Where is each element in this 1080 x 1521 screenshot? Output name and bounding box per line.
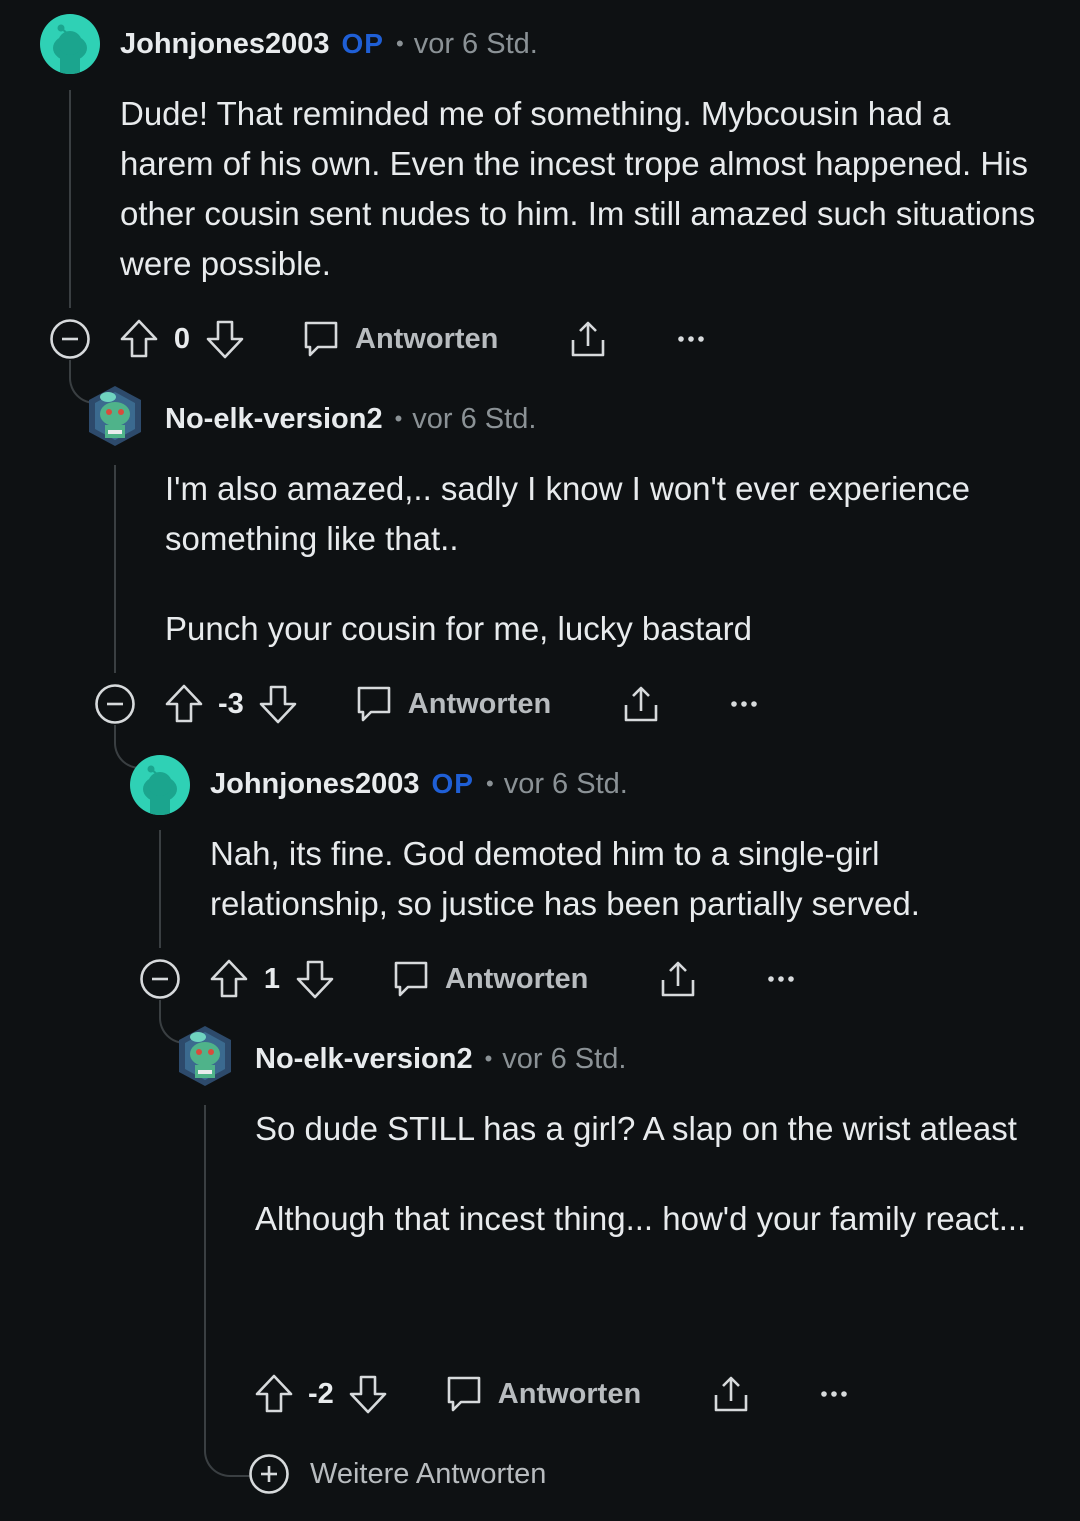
comment-header: Johnjones2003 OP • vor 6 Std.: [120, 24, 538, 64]
user-avatar[interactable]: [176, 1024, 234, 1088]
thread-connector: [114, 725, 142, 769]
comment-header: Johnjones2003 OP • vor 6 Std.: [210, 764, 628, 804]
comment-actions: 0 Antworten: [49, 314, 706, 364]
more-replies-label[interactable]: Weitere Antworten: [310, 1458, 546, 1491]
vote-score: -3: [218, 687, 244, 720]
comment-actions: -3 Antworten: [94, 679, 759, 729]
more-options-icon[interactable]: [729, 699, 759, 709]
comment-header: No-elk-version2 • vor 6 Std.: [255, 1039, 626, 1079]
thread-line: [114, 465, 116, 673]
username[interactable]: Johnjones2003: [120, 28, 330, 61]
downvote-icon[interactable]: [205, 318, 245, 360]
more-options-icon[interactable]: [766, 974, 796, 984]
comment-paragraph: I'm also amazed,.. sadly I know I won't …: [165, 470, 970, 557]
op-badge: OP: [341, 28, 384, 59]
comment-bubble-icon[interactable]: [444, 1373, 484, 1415]
downvote-icon[interactable]: [295, 958, 335, 1000]
timestamp: vor 6 Std.: [503, 767, 628, 800]
op-badge: OP: [431, 768, 474, 799]
username[interactable]: Johnjones2003: [210, 768, 420, 801]
separator-dot: •: [396, 31, 404, 56]
username[interactable]: No-elk-version2: [165, 403, 383, 436]
share-icon[interactable]: [711, 1373, 751, 1415]
reply-button[interactable]: Antworten: [445, 963, 588, 996]
snoo-custom-avatar-icon: [89, 386, 141, 446]
vote-score: 1: [263, 962, 281, 995]
comment-actions: 1 Antworten: [139, 954, 796, 1004]
expand-plus-icon[interactable]: [248, 1453, 290, 1495]
user-avatar[interactable]: [86, 384, 144, 448]
snoo-teal-avatar-icon: [40, 14, 100, 74]
comment-header: No-elk-version2 • vor 6 Std.: [165, 399, 536, 439]
downvote-icon[interactable]: [258, 683, 298, 725]
share-icon[interactable]: [621, 683, 661, 725]
comment-actions: -2 Antworten: [254, 1369, 849, 1419]
collapse-icon[interactable]: [94, 683, 136, 725]
comment-bubble-icon[interactable]: [391, 958, 431, 1000]
comment-body: So dude STILL has a girl? A slap on the …: [255, 1104, 1035, 1244]
share-icon[interactable]: [568, 318, 608, 360]
vote-score: -2: [308, 1377, 334, 1410]
comment-paragraph: So dude STILL has a girl? A slap on the …: [255, 1110, 1017, 1147]
timestamp: vor 6 Std.: [502, 1042, 627, 1075]
comment-paragraph: Dude! That reminded me of something. Myb…: [120, 95, 1036, 282]
comment-bubble-icon[interactable]: [354, 683, 394, 725]
snoo-custom-avatar-icon: [179, 1026, 231, 1086]
more-options-icon[interactable]: [819, 1389, 849, 1399]
timestamp: vor 6 Std.: [413, 27, 538, 60]
collapse-icon[interactable]: [139, 958, 181, 1000]
user-avatar[interactable]: [130, 755, 190, 815]
collapse-icon[interactable]: [49, 318, 91, 360]
upvote-icon[interactable]: [209, 958, 249, 1000]
more-options-icon[interactable]: [676, 334, 706, 344]
comment-paragraph: Nah, its fine. God demoted him to a sing…: [210, 835, 920, 922]
downvote-icon[interactable]: [348, 1373, 388, 1415]
thread-line: [204, 1105, 206, 1425]
username[interactable]: No-elk-version2: [255, 1043, 473, 1076]
vote-score: 0: [173, 322, 191, 355]
snoo-teal-avatar-icon: [130, 755, 190, 815]
upvote-icon[interactable]: [254, 1373, 294, 1415]
comment-bubble-icon[interactable]: [301, 318, 341, 360]
separator-dot: •: [486, 771, 494, 796]
reply-button[interactable]: Antworten: [498, 1378, 641, 1411]
comment-body: Nah, its fine. God demoted him to a sing…: [210, 829, 1040, 929]
reply-button[interactable]: Antworten: [408, 688, 551, 721]
reply-button[interactable]: Antworten: [355, 323, 498, 356]
thread-line: [69, 90, 71, 308]
user-avatar[interactable]: [40, 14, 100, 74]
comment-body: I'm also amazed,.. sadly I know I won't …: [165, 464, 1045, 654]
thread-line: [159, 830, 161, 948]
upvote-icon[interactable]: [119, 318, 159, 360]
comment-thread: Johnjones2003 OP • vor 6 Std. Dude! That…: [0, 0, 1080, 1521]
separator-dot: •: [394, 406, 403, 431]
comment-body: Dude! That reminded me of something. Myb…: [120, 89, 1040, 289]
separator-dot: •: [484, 1046, 493, 1071]
share-icon[interactable]: [658, 958, 698, 1000]
upvote-icon[interactable]: [164, 683, 204, 725]
timestamp: vor 6 Std.: [412, 402, 537, 435]
comment-paragraph: Punch your cousin for me, lucky bastard: [165, 610, 752, 647]
comment-paragraph: Although that incest thing... how'd your…: [255, 1200, 1027, 1237]
more-replies-button[interactable]: Weitere Antworten: [248, 1449, 546, 1499]
